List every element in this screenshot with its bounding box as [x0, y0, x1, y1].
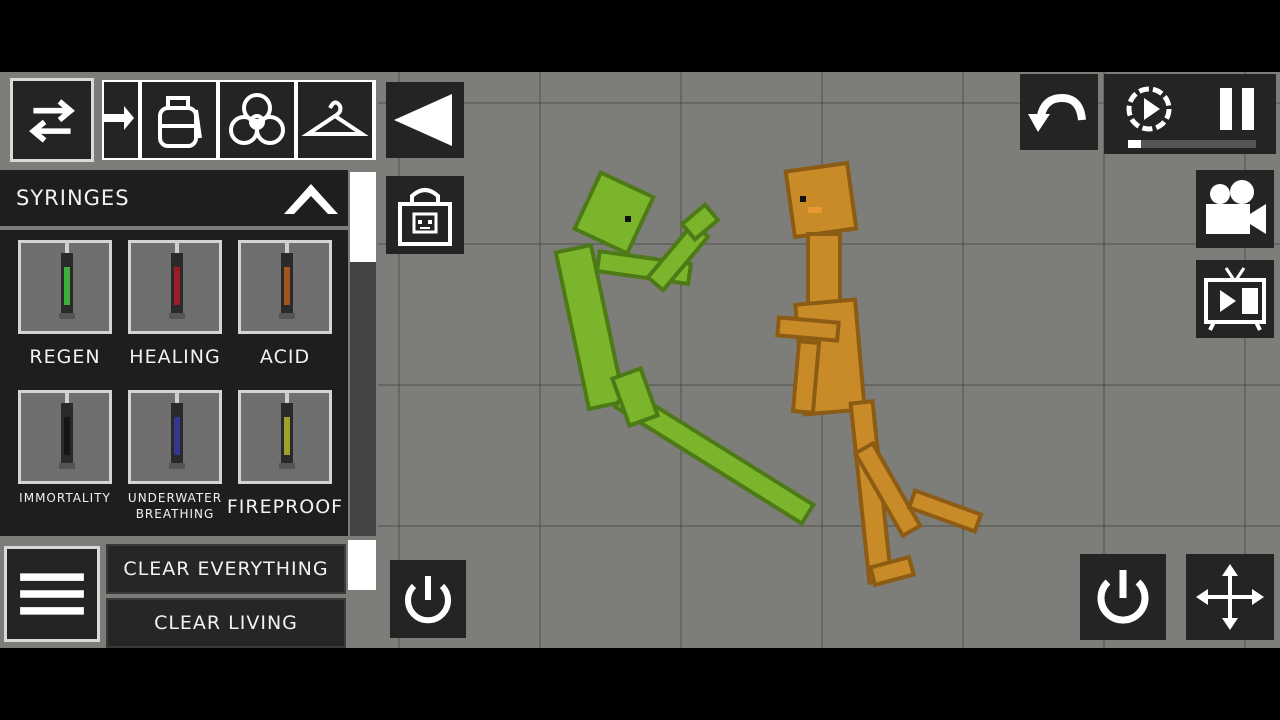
switch-category-button[interactable] — [10, 78, 94, 162]
lock-face-icon — [398, 188, 452, 246]
move-tool-button[interactable] — [1186, 554, 1274, 640]
category-clothing-button[interactable] — [298, 82, 372, 158]
syringe-item[interactable]: UNDERWATER BREATHING — [128, 390, 222, 530]
syringe-item[interactable]: HEALING — [128, 240, 222, 380]
pause-button[interactable] — [1206, 78, 1268, 140]
scrollbar[interactable] — [350, 172, 376, 536]
undo-button[interactable] — [1020, 74, 1098, 150]
syringe-liquid — [284, 267, 290, 305]
syringe-liquid — [284, 417, 290, 455]
hanger-icon — [301, 100, 369, 136]
chevron-up-icon — [284, 184, 338, 214]
syringe-label: IMMORTALITY — [19, 491, 111, 505]
category-biohazard-button[interactable] — [220, 82, 294, 158]
syringe-liquid — [64, 417, 70, 455]
slow-motion-button[interactable] — [1118, 78, 1180, 140]
hide-sidebar-button[interactable] — [386, 82, 464, 158]
slow-motion-icon — [1126, 86, 1172, 132]
syringe-liquid — [174, 267, 180, 305]
pause-icon — [1220, 88, 1254, 130]
swap-arrows-icon — [29, 99, 75, 143]
syringe-plunger — [59, 463, 75, 469]
syringe-liquid — [174, 417, 180, 455]
syringe-label: HEALING — [129, 346, 221, 368]
scrollbar-thumb[interactable] — [350, 172, 376, 262]
tv-button[interactable] — [1196, 260, 1274, 338]
camera-button[interactable] — [1196, 170, 1274, 248]
syringe-thumbnail[interactable] — [238, 240, 332, 334]
power-icon — [1097, 570, 1149, 624]
syringe-label: ACID — [259, 346, 311, 368]
syringe-thumbnail[interactable] — [18, 390, 112, 484]
arrow-fragment-icon — [104, 106, 134, 130]
syringe-plunger — [279, 313, 295, 319]
time-scale-track[interactable] — [1128, 140, 1256, 148]
clear-everything-button[interactable]: CLEAR EVERYTHING — [106, 544, 346, 594]
clear-living-button[interactable]: CLEAR LIVING — [106, 598, 346, 648]
syringe-item[interactable]: ACID — [238, 240, 332, 380]
syringe-thumbnail[interactable] — [238, 390, 332, 484]
category-explosives-button[interactable] — [142, 82, 216, 158]
tv-icon — [1204, 267, 1266, 331]
undo-arrow-icon — [1028, 93, 1086, 132]
syringe-label: FIREPROOF — [226, 496, 344, 518]
hamburger-menu-icon — [20, 573, 84, 615]
syringe-thumbnail[interactable] — [128, 390, 222, 484]
menu-button[interactable] — [4, 546, 100, 642]
category-title: SYRINGES — [16, 186, 130, 210]
syringe-item[interactable]: REGEN — [18, 240, 112, 380]
power-icon — [405, 576, 451, 624]
syringe-plunger — [169, 463, 185, 469]
syringe-item[interactable]: IMMORTALITY — [18, 390, 112, 530]
syringe-plunger — [279, 463, 295, 469]
syringe-plunger — [169, 313, 185, 319]
lock-button[interactable] — [386, 176, 464, 254]
category-previous-button[interactable] — [104, 82, 138, 158]
syringe-label: REGEN — [29, 346, 101, 368]
collapse-button[interactable] — [280, 176, 342, 220]
move-arrows-icon — [1196, 564, 1264, 630]
syringe-thumbnail[interactable] — [128, 240, 222, 334]
time-scale-fill — [1128, 140, 1141, 148]
bottom-white-tab — [348, 540, 376, 590]
orange-ragdoll[interactable] — [775, 160, 984, 588]
video-camera-icon — [1206, 180, 1266, 234]
syringe-plunger — [59, 313, 75, 319]
grenade-icon — [158, 96, 202, 148]
power-button-left[interactable] — [390, 560, 466, 638]
syringe-thumbnail[interactable] — [18, 240, 112, 334]
triangle-left-icon — [394, 94, 452, 146]
melon-ragdoll[interactable] — [553, 169, 817, 527]
game-area[interactable]: SYRINGES REGEN HEALING ACID IMMORTALITY UNDE… — [0, 72, 1280, 648]
biohazard-icon — [229, 93, 285, 145]
syringe-liquid — [64, 267, 70, 305]
syringe-label: UNDERWATER BREATHING — [127, 491, 223, 521]
syringe-item[interactable]: FIREPROOF — [227, 390, 342, 530]
power-button-right[interactable] — [1080, 554, 1166, 640]
